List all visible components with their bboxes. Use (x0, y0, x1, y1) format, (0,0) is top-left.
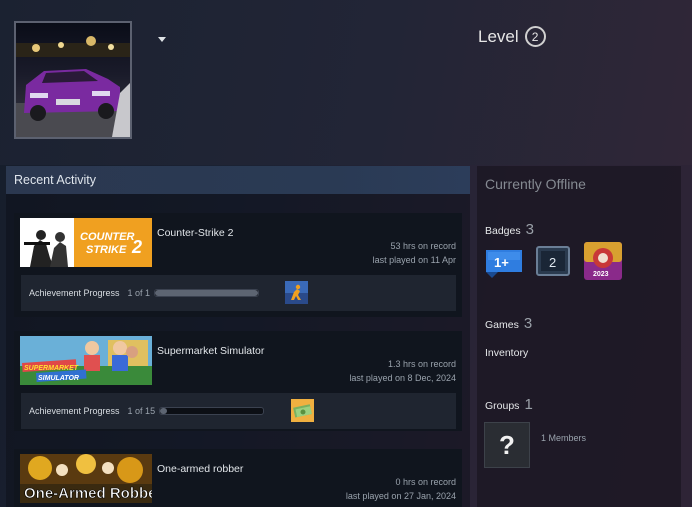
game-last-played: last played on 27 Jan, 2024 (345, 491, 456, 501)
game-last-played: last played on 11 Apr (372, 255, 456, 265)
online-status: Currently Offline (485, 176, 586, 192)
one-armed-robber-logo: One-Armed Robber (24, 485, 152, 502)
group-members-count: 1 Members (541, 433, 587, 443)
cs2-logo-line1: COUNTER (80, 231, 134, 243)
level-badge[interactable]: 2 (524, 26, 546, 47)
avatar-car-image (16, 23, 130, 137)
recent-activity-panel: Recent Activity COUNTER STRIKE 2 Counter (6, 166, 470, 507)
game-item-supermarket-simulator: SUPERMARKET SIMULATOR Supermarket Simula… (14, 331, 462, 431)
recent-activity-header: Recent Activity (6, 166, 470, 194)
game-name[interactable]: Counter-Strike 2 (157, 227, 233, 239)
supermarket-capsule-image: SUPERMARKET SIMULATOR (20, 336, 152, 385)
game-capsule-one-armed-robber[interactable]: One-Armed Robber (20, 454, 152, 503)
level-2-badge-text: 2 (549, 255, 556, 270)
game-item-one-armed-robber: One-Armed Robber One-armed robber 0 hrs … (14, 449, 462, 507)
games-count: 3 (523, 315, 533, 332)
cs2-logo-number: 2 (131, 237, 142, 257)
level-display: Level 2 (478, 26, 546, 47)
groups-label: Groups (485, 400, 520, 412)
game-capsule-supermarket-simulator[interactable]: SUPERMARKET SIMULATOR (20, 336, 152, 385)
inventory-link[interactable]: Inventory (485, 347, 528, 359)
steam-2023-badge-text: 2023 (593, 271, 609, 278)
recent-activity-title: Recent Activity (14, 173, 96, 187)
groups-count: 1 (524, 396, 533, 413)
cs2-logo-line2: STRIKE (86, 244, 127, 256)
achievement-count: 1 of 1 (127, 288, 151, 298)
game-hours: 1.3 hrs on record (387, 359, 456, 369)
games-heading[interactable]: Games 3 (485, 315, 532, 332)
level-2-badge-icon[interactable]: 2 (535, 244, 571, 283)
groups-heading[interactable]: Groups 1 (485, 396, 533, 413)
one-armed-robber-capsule-image: One-Armed Robber (20, 454, 152, 503)
achievement-progress-track (154, 289, 260, 297)
one-plus-badge-text: 1+ (494, 255, 509, 270)
level-label: Level (478, 26, 519, 46)
group-avatar[interactable]: ? (484, 422, 530, 468)
cs2-achievement-icon[interactable] (285, 281, 308, 304)
achievement-progress-fill (160, 408, 167, 414)
supermarket-logo-line2: SIMULATOR (38, 375, 79, 382)
profile-sidebar: Currently Offline Badges 3 1+ 2 2023 Gam… (477, 166, 681, 507)
achievement-progress-track (159, 407, 265, 415)
game-capsule-counter-strike-2[interactable]: COUNTER STRIKE 2 (20, 218, 152, 267)
cs2-capsule-image: COUNTER STRIKE 2 (20, 218, 152, 267)
game-item-counter-strike-2: COUNTER STRIKE 2 Counter-Strike 2 53 hrs… (14, 213, 462, 317)
achievement-count: 1 of 15 (127, 406, 156, 416)
steam-2023-badge-icon[interactable]: 2023 (583, 241, 623, 286)
achievement-progress-fill (155, 290, 259, 296)
badges-heading[interactable]: Badges 3 (485, 221, 534, 238)
achievement-progress-bar[interactable]: Achievement Progress 1 of 1 (21, 275, 456, 311)
profile-dropdown-caret-icon[interactable] (158, 37, 166, 42)
money-achievement-icon[interactable] (291, 399, 314, 422)
game-hours: 53 hrs on record (390, 241, 456, 251)
one-plus-badge-icon[interactable]: 1+ (484, 244, 524, 283)
game-hours: 0 hrs on record (395, 477, 456, 487)
avatar[interactable] (14, 21, 132, 139)
achievement-progress-label: Achievement Progress (29, 406, 120, 416)
game-name[interactable]: Supermarket Simulator (157, 345, 264, 357)
achievement-progress-label: Achievement Progress (29, 288, 120, 298)
games-label: Games (485, 319, 519, 331)
game-name[interactable]: One-armed robber (157, 463, 243, 475)
badges-count: 3 (525, 221, 534, 238)
badges-label: Badges (485, 225, 521, 237)
game-last-played: last played on 8 Dec, 2024 (349, 373, 456, 383)
achievement-progress-bar[interactable]: Achievement Progress 1 of 15 (21, 393, 456, 429)
